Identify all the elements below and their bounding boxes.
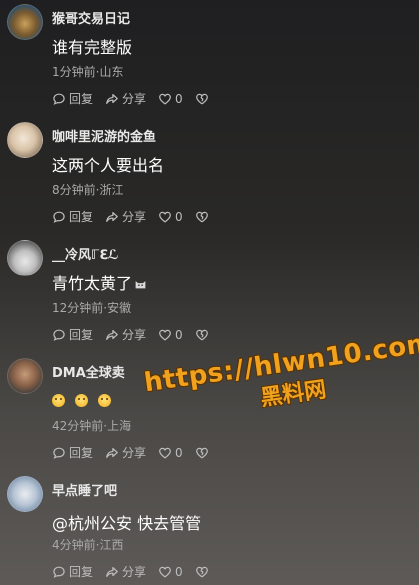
username[interactable]: 早点睡了吧	[52, 480, 117, 499]
share-label: 分享	[122, 92, 147, 106]
heart-icon	[159, 566, 171, 578]
comment-text: 青竹太黄了	[52, 270, 147, 294]
share-button[interactable]: 分享	[105, 444, 146, 461]
reply-button[interactable]: 回复	[52, 90, 93, 107]
comment-meta: 1分钟前·山东	[52, 65, 124, 79]
share-label: 分享	[122, 565, 147, 579]
comment-bubble-icon	[53, 566, 65, 578]
like-button[interactable]: 0	[158, 92, 183, 106]
comment-text: 这两个人要出名	[52, 156, 165, 175]
like-button[interactable]: 0	[158, 446, 183, 460]
username[interactable]: 猴哥交易日记	[52, 8, 130, 27]
comment-meta: 12分钟前·安徽	[52, 301, 132, 315]
reply-button[interactable]: 回复	[52, 563, 93, 580]
smile-emoji-icon	[75, 394, 88, 407]
heart-icon	[159, 329, 171, 341]
like-count: 0	[175, 445, 183, 460]
dislike-button[interactable]	[195, 446, 209, 460]
smile-emoji-icon	[52, 394, 65, 407]
share-label: 分享	[122, 328, 147, 342]
like-button[interactable]: 0	[158, 210, 183, 224]
comment-text: 谁有完整版	[52, 38, 133, 57]
like-button[interactable]: 0	[158, 328, 183, 342]
share-button[interactable]: 分享	[105, 563, 146, 580]
cat-emoji-icon	[135, 281, 146, 289]
avatar[interactable]	[7, 122, 43, 158]
reply-label: 回复	[69, 446, 94, 460]
username[interactable]: 咖啡里泥游的金鱼	[52, 126, 156, 145]
dislike-button[interactable]	[195, 92, 209, 106]
broken-heart-icon	[195, 211, 208, 222]
comment-text-value: 青竹太黄了	[52, 274, 133, 293]
reply-label: 回复	[69, 210, 94, 224]
reply-label: 回复	[69, 328, 94, 342]
share-arrow-icon	[106, 566, 118, 577]
comment-text: @杭州公安 快去管管	[52, 514, 202, 533]
watermark-subtitle: 黑料网	[258, 377, 328, 412]
reply-label: 回复	[69, 565, 94, 579]
broken-heart-icon	[195, 447, 208, 458]
avatar[interactable]	[7, 240, 43, 276]
like-count: 0	[175, 327, 183, 342]
share-arrow-icon	[106, 93, 118, 104]
like-count: 0	[175, 564, 183, 579]
username[interactable]: __冷风ℾℇℒ	[52, 244, 119, 263]
dislike-button[interactable]	[195, 328, 209, 342]
comment-bubble-icon	[53, 329, 65, 341]
comment-meta: 8分钟前·浙江	[52, 183, 124, 197]
share-label: 分享	[122, 210, 147, 224]
share-arrow-icon	[106, 447, 118, 458]
emoji-row	[52, 390, 121, 409]
like-count: 0	[175, 209, 183, 224]
comment-meta: 4分钟前·江西	[52, 538, 124, 552]
dislike-button[interactable]	[195, 210, 209, 224]
dislike-button[interactable]	[195, 565, 209, 579]
share-arrow-icon	[106, 211, 118, 222]
heart-icon	[159, 93, 171, 105]
comment-bubble-icon	[53, 447, 65, 459]
reply-button[interactable]: 回复	[52, 208, 93, 225]
comment-bubble-icon	[53, 93, 65, 105]
share-button[interactable]: 分享	[105, 208, 146, 225]
like-count: 0	[175, 91, 183, 106]
share-button[interactable]: 分享	[105, 326, 146, 343]
like-button[interactable]: 0	[158, 565, 183, 579]
avatar[interactable]	[7, 476, 43, 512]
broken-heart-icon	[195, 329, 208, 340]
reply-label: 回复	[69, 92, 94, 106]
comment-bubble-icon	[53, 211, 65, 223]
smile-emoji-icon	[98, 394, 111, 407]
avatar[interactable]	[7, 358, 43, 394]
broken-heart-icon	[195, 566, 208, 577]
heart-icon	[159, 447, 171, 459]
share-label: 分享	[122, 446, 147, 460]
reply-button[interactable]: 回复	[52, 444, 93, 461]
heart-icon	[159, 211, 171, 223]
share-button[interactable]: 分享	[105, 90, 146, 107]
username[interactable]: DMA全球卖	[52, 362, 125, 381]
share-arrow-icon	[106, 329, 118, 340]
broken-heart-icon	[195, 93, 208, 104]
avatar[interactable]	[7, 4, 43, 40]
reply-button[interactable]: 回复	[52, 326, 93, 343]
comment-meta: 42分钟前·上海	[52, 419, 132, 433]
